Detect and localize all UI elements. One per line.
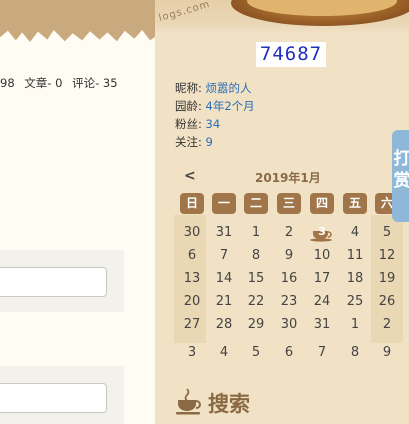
calendar-day[interactable]: 9 [274, 245, 304, 266]
age-label: 园龄: [175, 99, 202, 113]
reward-floating-tab[interactable]: 打 赏 [392, 130, 409, 222]
calendar-day[interactable]: 29 [241, 314, 271, 335]
calendar-day[interactable]: 4 [340, 222, 370, 243]
reward-tab-char: 打 [393, 149, 409, 169]
calendar-day[interactable]: 11 [340, 245, 370, 266]
calendar-day[interactable]: 15 [241, 268, 271, 289]
calendar-day[interactable]: 10 [307, 245, 337, 266]
calendar-day[interactable]: 1 [340, 314, 370, 335]
calendar-day[interactable]: 26 [372, 291, 402, 312]
follow-label: 关注: [175, 135, 202, 149]
visit-counter: 74687 [256, 42, 326, 67]
weekday-header: 二 [244, 193, 268, 214]
calendar-day[interactable]: 25 [340, 291, 370, 312]
calendar-prev-month-button[interactable]: < [184, 168, 196, 184]
articles-count: 文章- 0 [24, 76, 63, 90]
calendar-day[interactable]: 6 [177, 245, 207, 266]
calendar-day[interactable]: 2 [274, 222, 304, 243]
weekday-header: 日 [180, 193, 204, 214]
weekday-header: 三 [277, 193, 301, 214]
weekday-header: 四 [310, 193, 334, 214]
search-title: 搜索 [208, 392, 250, 416]
calendar-day[interactable]: 5 [372, 222, 402, 243]
form-card [0, 366, 124, 424]
nickname-label: 昵称: [175, 81, 202, 95]
text-input[interactable] [0, 267, 107, 297]
nickname-link[interactable]: 烦嚣的人 [206, 81, 252, 95]
calendar-day[interactable]: 19 [372, 268, 402, 289]
calendar-day[interactable]: 8 [241, 245, 271, 266]
sidebar: logs.com 74687 昵称: 烦嚣的人 园龄: 4年2个月 粉丝: 34… [155, 0, 409, 424]
calendar-day[interactable]: 31 [209, 222, 239, 243]
profile-info: 昵称: 烦嚣的人 园龄: 4年2个月 粉丝: 34 关注: 9 [175, 79, 255, 151]
main-content: 98 文章- 0 评论- 35 [0, 0, 155, 424]
calendar-header: < 2019年1月 [155, 168, 409, 186]
calendar-day[interactable]: 22 [241, 291, 271, 312]
calendar-day[interactable]: 20 [177, 291, 207, 312]
calendar-day[interactable]: 27 [177, 314, 207, 335]
calendar-day[interactable]: 16 [274, 268, 304, 289]
reward-tab-char: 赏 [393, 171, 409, 191]
calendar-title: 2019年1月 [255, 171, 321, 185]
comments-count: 评论- 35 [72, 76, 118, 90]
weekday-header: 一 [212, 193, 236, 214]
calendar-day[interactable]: 31 [307, 314, 337, 335]
calendar-day[interactable]: 12 [372, 245, 402, 266]
calendar-day[interactable]: 6 [274, 342, 304, 363]
calendar-day[interactable]: 7 [209, 245, 239, 266]
text-input[interactable] [0, 383, 107, 413]
calendar-day[interactable]: 28 [209, 314, 239, 335]
posts-count: 98 [0, 76, 15, 90]
follow-link[interactable]: 9 [206, 135, 213, 149]
calendar-day[interactable]: 24 [307, 291, 337, 312]
calendar-day[interactable]: 2 [372, 314, 402, 335]
calendar-day[interactable]: 1 [241, 222, 271, 243]
profile-follow-row: 关注: 9 [175, 133, 255, 151]
calendar-day[interactable]: 4 [209, 342, 239, 363]
calendar-day[interactable]: 30 [177, 222, 207, 243]
coffee-cup-icon [176, 388, 201, 415]
calendar-day[interactable]: 18 [340, 268, 370, 289]
fans-link[interactable]: 34 [206, 117, 221, 131]
calendar-day[interactable]: 14 [209, 268, 239, 289]
blog-stats: 98 文章- 0 评论- 35 [0, 75, 155, 91]
calendar-day[interactable]: 21 [209, 291, 239, 312]
calendar-day[interactable]: 30 [274, 314, 304, 335]
calendar-day[interactable]: 5 [241, 342, 271, 363]
calendar-day[interactable]: 7 [307, 342, 337, 363]
calendar-day[interactable]: 13 [177, 268, 207, 289]
form-card [0, 250, 124, 312]
calendar-day[interactable]: 23 [274, 291, 304, 312]
profile-nickname-row: 昵称: 烦嚣的人 [175, 79, 255, 97]
calendar-day[interactable]: 9 [372, 342, 402, 363]
calendar-day[interactable]: 3 [177, 342, 207, 363]
calendar-day[interactable]: 17 [307, 268, 337, 289]
profile-age-row: 园龄: 4年2个月 [175, 97, 255, 115]
fans-label: 粉丝: [175, 117, 202, 131]
calendar-day-today[interactable]: 3 [307, 222, 337, 243]
header-banner [0, 0, 155, 66]
age-link[interactable]: 4年2个月 [206, 99, 255, 113]
weekday-header: 五 [343, 193, 367, 214]
profile-fans-row: 粉丝: 34 [175, 115, 255, 133]
calendar-day[interactable]: 8 [340, 342, 370, 363]
